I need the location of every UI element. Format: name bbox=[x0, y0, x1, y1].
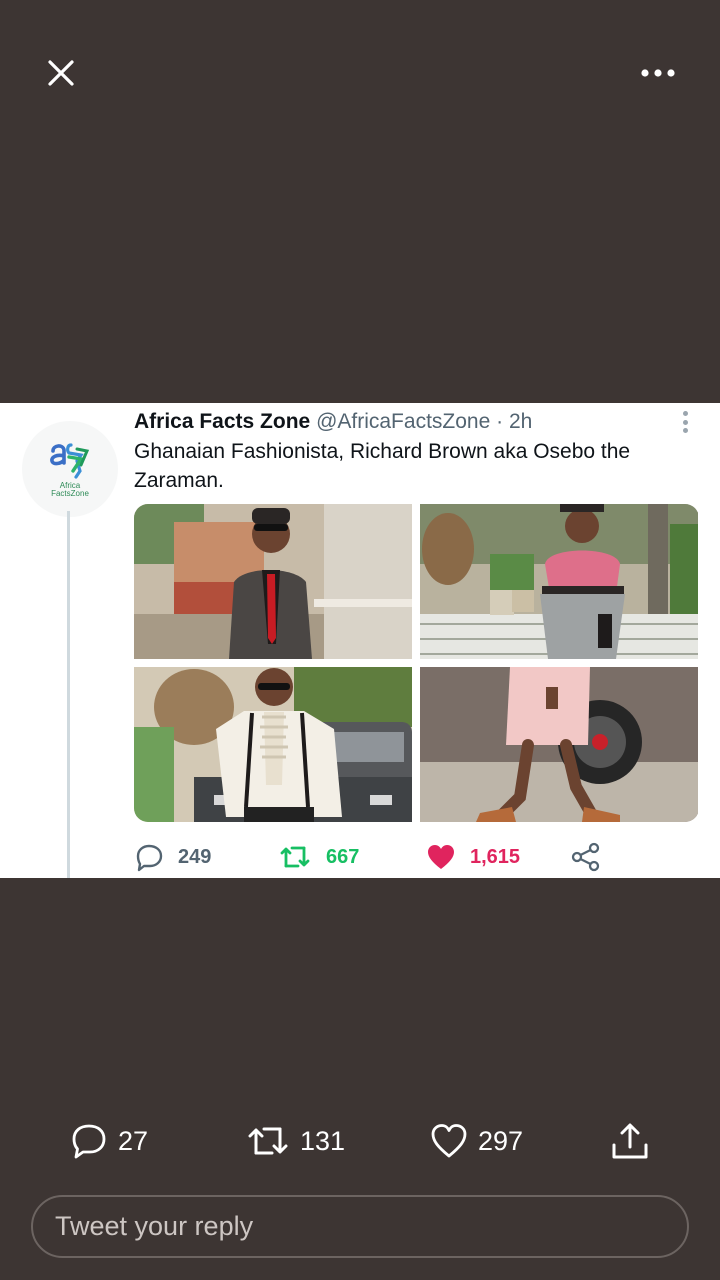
tweet-photo-3[interactable] bbox=[134, 667, 412, 822]
author-avatar: Africa FactsZone bbox=[22, 421, 118, 517]
tweet-photo-2[interactable] bbox=[420, 504, 698, 659]
retweet-icon bbox=[248, 1127, 288, 1155]
header-separator: · bbox=[496, 410, 504, 433]
thread-line bbox=[67, 511, 70, 878]
tweet-menu-icon[interactable] bbox=[676, 409, 694, 435]
tweet-text: Ghanaian Fashionista, Richard Brown aka … bbox=[134, 440, 631, 492]
menu-dot bbox=[682, 428, 688, 433]
embedded-retweet-count: 667 bbox=[326, 845, 360, 868]
heart-filled-icon bbox=[428, 845, 454, 869]
photo-pink-dress bbox=[420, 667, 698, 822]
retweet-count: 131 bbox=[300, 1125, 346, 1156]
tweet-photo-4[interactable] bbox=[420, 667, 698, 822]
avatar-caption-line-2: FactsZone bbox=[51, 488, 89, 498]
share-icon bbox=[571, 842, 600, 872]
tweet-time[interactable]: 2h bbox=[509, 410, 532, 433]
embedded-tweet-actions: 249 667 1,615 bbox=[134, 840, 614, 874]
share-button[interactable] bbox=[610, 1118, 650, 1164]
embedded-reply-button[interactable]: 249 bbox=[134, 840, 211, 874]
menu-dot bbox=[682, 411, 688, 416]
embedded-like-button[interactable]: 1,615 bbox=[426, 840, 520, 874]
avatar-caption: Africa FactsZone bbox=[51, 481, 89, 498]
close-button[interactable] bbox=[40, 52, 82, 94]
close-icon bbox=[48, 60, 74, 86]
photo-garden-man bbox=[420, 504, 698, 659]
like-count: 297 bbox=[478, 1125, 524, 1156]
photo-ruffled-shirt-man bbox=[134, 667, 412, 822]
reply-button[interactable]: 27 bbox=[70, 1118, 148, 1164]
like-button[interactable]: 297 bbox=[430, 1118, 523, 1164]
embedded-like-count: 1,615 bbox=[470, 845, 521, 868]
embedded-retweet-button[interactable]: 667 bbox=[278, 840, 359, 874]
share-upload-icon bbox=[612, 1123, 648, 1159]
reply-placeholder: Tweet your reply bbox=[55, 1211, 254, 1241]
heart-outline-icon bbox=[431, 1124, 467, 1158]
photo-suit-man bbox=[134, 504, 412, 659]
reply-icon bbox=[72, 1124, 106, 1159]
tweet-photo-grid bbox=[134, 504, 699, 822]
more-options-button[interactable] bbox=[634, 56, 682, 90]
author-name[interactable]: Africa Facts Zone bbox=[134, 410, 310, 433]
reply-input[interactable]: Tweet your reply bbox=[31, 1195, 689, 1258]
africa-facts-zone-logo bbox=[50, 442, 90, 479]
menu-dot bbox=[682, 419, 688, 425]
tweet-screenshot-image[interactable]: Africa FactsZone Africa Facts Zone @Afri… bbox=[0, 403, 720, 878]
embedded-reply-count: 249 bbox=[178, 845, 212, 868]
tweet-photo-1[interactable] bbox=[134, 504, 412, 659]
author-handle[interactable]: @AfricaFactsZone bbox=[316, 410, 490, 433]
tweet-actions-bar: 27 131 297 bbox=[0, 1118, 720, 1164]
retweet-icon bbox=[280, 846, 310, 868]
retweet-button[interactable]: 131 bbox=[246, 1118, 345, 1164]
embedded-share-button[interactable] bbox=[570, 840, 602, 874]
reply-icon bbox=[136, 844, 163, 872]
more-horizontal-icon bbox=[641, 69, 675, 77]
reply-count: 27 bbox=[118, 1125, 149, 1156]
tweet-header: Africa Facts Zone @AfricaFactsZone · 2h bbox=[134, 408, 654, 436]
media-viewer: Africa FactsZone Africa Facts Zone @Afri… bbox=[0, 0, 720, 1280]
